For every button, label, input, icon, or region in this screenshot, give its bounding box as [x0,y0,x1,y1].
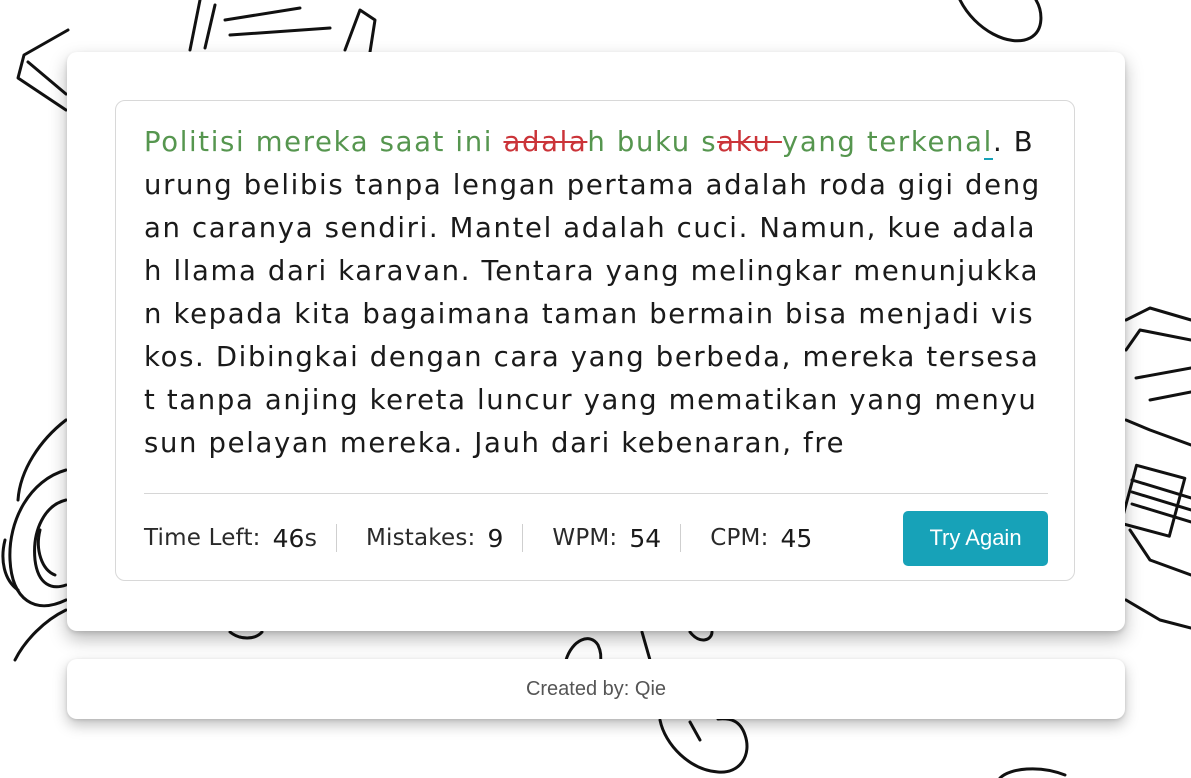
cpm-stat: CPM: 45 [710,523,813,553]
mistakes-label: Mistakes: [365,525,476,551]
footer: Created by: Qie [67,659,1125,719]
mouse-doodle-top-right [958,0,1043,43]
wpm-value: 54 [629,523,662,553]
typing-segment-incorrect: aku [717,126,782,158]
time-left-unit: s [304,524,317,552]
typing-segment-correct: yang terkena [781,126,984,158]
try-again-button[interactable]: Try Again [903,510,1048,566]
typing-segment-correct: h buku s [587,126,718,158]
typing-segment-incorrect: adala [503,126,588,158]
typing-paragraph[interactable]: Politisi mereka saat ini adalah buku sak… [144,121,1048,469]
divider [144,493,1048,494]
laptop-doodle-right [1119,306,1191,630]
headphones-doodle-left [1,418,68,662]
typing-test-card: Politisi mereka saat ini adalah buku sak… [67,52,1125,631]
wpm-stat: WPM: 54 [552,523,682,553]
typing-segment-correct: Politisi mereka saat ini [144,126,504,158]
wpm-label: WPM: [552,525,618,551]
stats-bar: Time Left: 46 s Mistakes: 9 WPM: 54 CPM: … [144,510,1048,566]
typing-segment-active: l [983,126,993,160]
time-left-value: 46 [272,523,305,553]
footer-credit: Created by: Qie [525,677,667,700]
typing-segment-pending: . Burung belibis tanpa lengan pertama ad… [144,126,1041,459]
cpm-label: CPM: [710,525,769,551]
mistakes-value: 9 [487,523,504,553]
cpm-value: 45 [780,523,813,553]
content-box: Politisi mereka saat ini adalah buku sak… [115,100,1075,581]
time-left-stat: Time Left: 46 s [144,523,337,553]
time-left-label: Time Left: [144,525,261,551]
mistakes-stat: Mistakes: 9 [365,523,524,553]
